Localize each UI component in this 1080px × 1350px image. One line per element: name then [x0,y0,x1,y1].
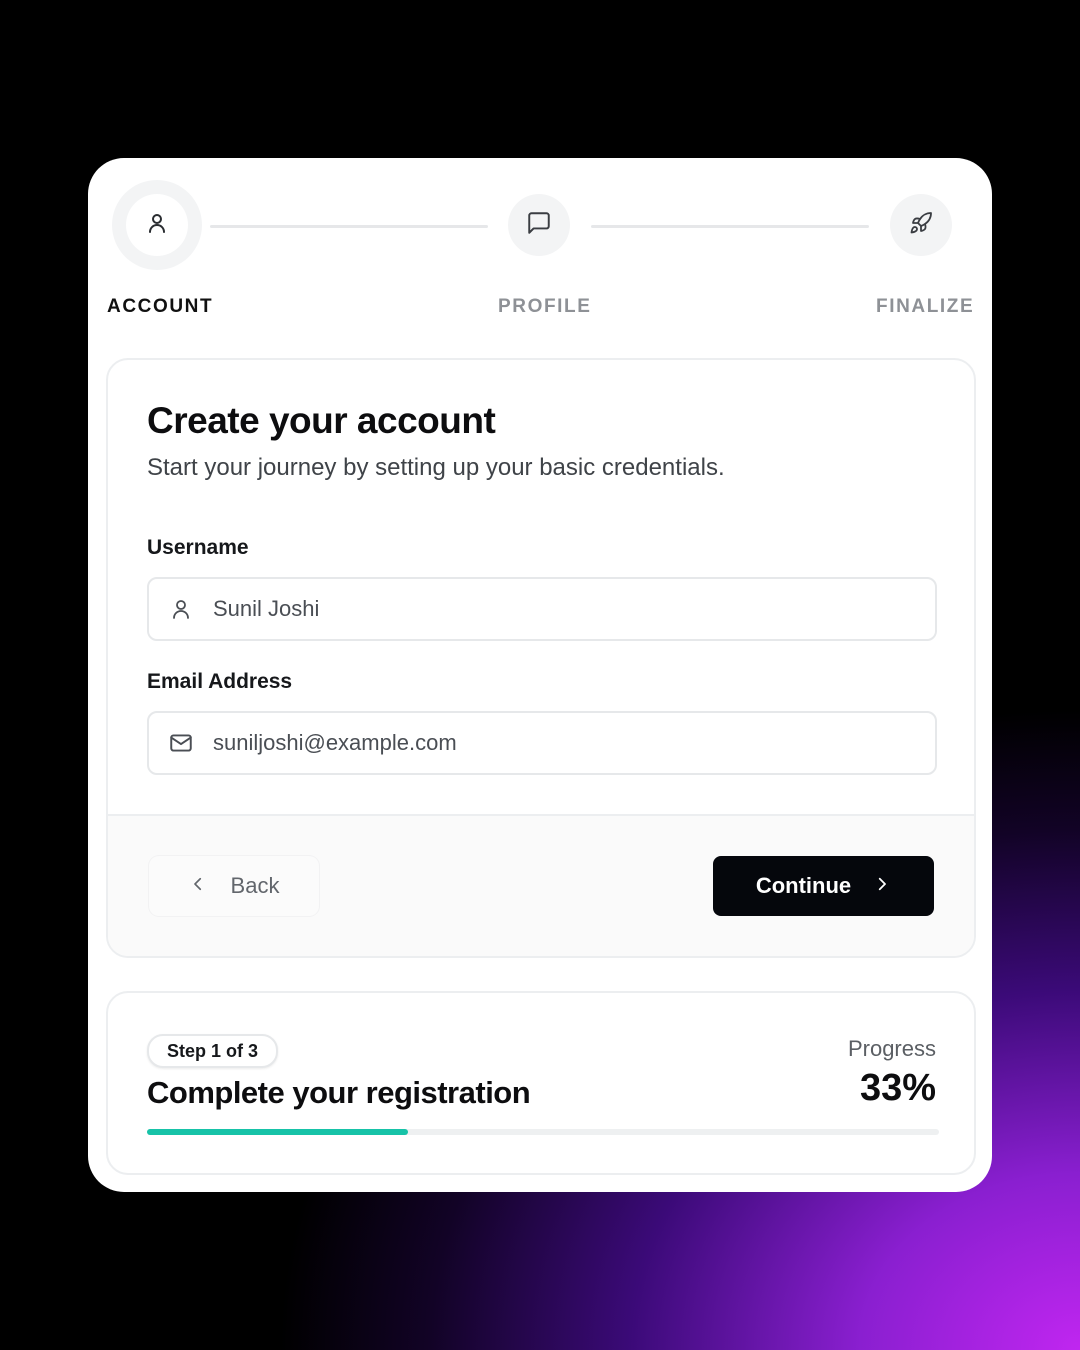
step-label-finalize: FINALIZE [876,296,975,317]
step-label-account: ACCOUNT [107,296,214,317]
step-label-profile: PROFILE [498,296,592,317]
progress-label: Progress [847,1036,936,1061]
step-finalize[interactable] [890,194,952,256]
progress-track [147,1129,939,1135]
message-square-icon [526,210,552,241]
back-button[interactable]: Back [149,856,319,916]
chevron-left-icon [189,873,207,899]
form-title: Create your account [147,400,496,441]
username-field[interactable]: Sunil Joshi [147,577,937,641]
continue-button-label: Continue [755,873,852,898]
back-button-label: Back [230,873,280,898]
step-connector [210,225,488,228]
continue-button[interactable]: Continue [713,856,934,916]
email-field[interactable]: suniljoshi@example.com [147,711,937,775]
email-value[interactable]: suniljoshi@example.com [213,730,457,756]
rocket-icon [909,211,933,240]
step-badge: Step 1 of 3 [147,1034,279,1068]
chevron-right-icon [873,873,891,899]
progress-panel: Step 1 of 3 Complete your registration P… [106,991,976,1175]
username-label: Username [147,536,249,559]
form-panel: Create your account Start your journey b… [106,358,976,958]
user-icon [149,597,213,621]
step-account[interactable] [112,180,202,270]
form-footer: Back Continue [108,814,974,956]
progress-title: Complete your registration [147,1075,531,1110]
progress-fill [147,1129,409,1135]
registration-card: ACCOUNT PROFILE FINALIZE Create your acc… [88,158,992,1192]
progress-value: 33% [859,1067,936,1109]
form-subtitle: Start your journey by setting up your ba… [147,454,725,481]
email-label: Email Address [147,670,293,693]
user-icon [145,211,169,240]
step-profile[interactable] [508,194,570,256]
step-connector [591,225,869,228]
mail-icon [149,730,213,756]
username-value[interactable]: Sunil Joshi [213,596,319,622]
